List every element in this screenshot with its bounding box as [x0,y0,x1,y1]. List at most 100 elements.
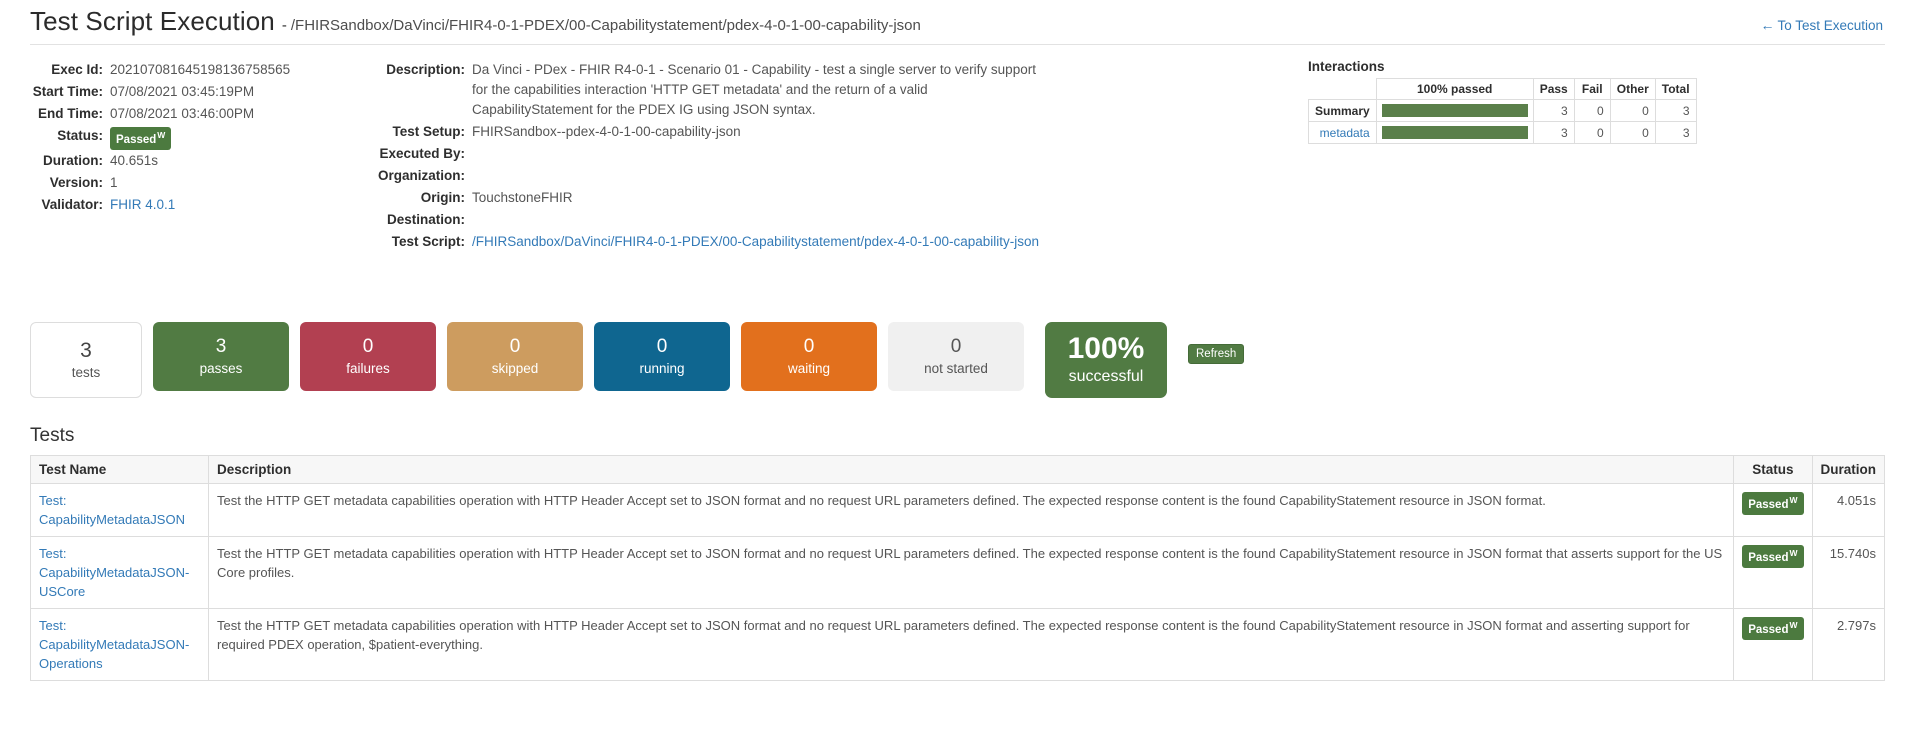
test-name-cell: Test: CapabilityMetadataJSON-Operations [30,608,209,681]
row-duration: Duration: 40.651s [18,150,290,172]
value-version: 1 [110,175,118,191]
stat-failures-label: failures [346,361,390,376]
status-badge-label: Passed [1748,623,1789,636]
header-title-wrap: Test Script Execution -/FHIRSandbox/DaVi… [30,6,1885,37]
stat-not-started-value: 0 [950,336,962,357]
tests-th-status: Status [1733,455,1813,484]
interactions-fail: 0 [1573,121,1611,144]
stat-failures-value: 0 [362,336,374,357]
interactions-row-label-metadata[interactable]: metadata [1308,121,1377,144]
tests-header-row: Test Name Description Status Duration [30,455,1885,484]
row-validator: Validator: FHIR 4.0.1 [18,194,290,216]
interactions-other: 0 [1609,99,1656,122]
stat-waiting[interactable]: 0 waiting [741,322,877,391]
stat-tests-value: 3 [80,338,92,362]
row-status: Status: PassedW [18,125,290,151]
execution-meta-table: Exec Id: 202107081645198136758565 Start … [18,59,290,216]
row-test-setup: Test Setup: FHIRSandbox--pdex-4-0-1-00-c… [378,121,1042,143]
row-description: Description: Da Vinci - PDex - FHIR R4-0… [378,59,1042,121]
status-badge-label: Passed [116,133,157,146]
stat-running-label: running [639,361,685,376]
stat-percent-successful: 100% successful [1045,322,1167,398]
test-duration-cell: 15.740s [1811,536,1885,609]
stat-skipped[interactable]: 0 skipped [447,322,583,391]
test-script-link[interactable]: /FHIRSandbox/DaVinci/FHIR4-0-1-PDEX/00-C… [472,234,1039,249]
label-exec-id: Exec Id: [51,62,103,77]
test-name-prefix[interactable]: Test: [39,544,200,563]
test-script-execution-page: Test Script Execution -/FHIRSandbox/DaVi… [0,0,1913,750]
status-badge: PassedW [1742,617,1804,641]
to-test-execution-link[interactable]: ← To Test Execution [1760,17,1883,33]
interactions-th-5: Total [1654,78,1697,100]
value-test-script-cell: /FHIRSandbox/DaVinci/FHIR4-0-1-PDEX/00-C… [472,231,1042,253]
tests-heading: Tests [30,425,75,446]
stat-failures[interactable]: 0 failures [300,322,436,391]
stat-passes-label: passes [199,361,243,376]
interactions-tbody: Summary 3 0 0 3 metadata 3 0 0 3 [1308,99,1697,144]
value-status: PassedW [110,125,290,151]
interactions-th-1: 100% passed [1375,78,1534,100]
interactions-th-0 [1308,78,1377,100]
tests-tbody: Test: CapabilityMetadataJSON Test the HT… [30,483,1885,681]
tests-th-description: Description [207,455,1735,484]
page-subtitle: -/FHIRSandbox/DaVinci/FHIR4-0-1-PDEX/00-… [282,17,921,34]
status-badge-superscript: W [157,130,166,140]
value-organization [472,165,1042,187]
stat-not-started[interactable]: 0 not started [888,322,1024,391]
value-start-time: 07/08/2021 03:45:19PM [110,84,255,99]
interactions-bar-cell [1375,99,1534,122]
value-validator-cell: FHIR 4.0.1 [110,194,290,216]
stat-percent-label: successful [1068,368,1144,385]
interactions-panel: Interactions 100% passed Pass Fail Other… [1308,59,1697,144]
interactions-total: 3 [1654,99,1697,122]
stat-tests[interactable]: 3 tests [30,322,142,398]
status-badge-label: Passed [1748,551,1789,564]
test-status-cell: PassedW [1733,608,1813,681]
row-executed-by: Executed By: [378,143,1042,165]
value-duration: 40.651s [110,153,159,169]
stat-percent-value: 100% [1067,332,1145,365]
label-end-time: End Time: [37,106,103,121]
stat-not-started-label: not started [924,361,988,376]
row-origin: Origin: TouchstoneFHIR [378,187,1042,209]
table-row: Test: CapabilityMetadataJSON Test the HT… [30,483,1885,537]
label-start-time: Start Time: [32,84,103,99]
test-duration-cell: 4.051s [1811,483,1885,537]
row-version: Version: 1 [18,172,290,194]
stat-passes-value: 3 [215,336,227,357]
pass-bar-fill [1381,126,1528,139]
test-name-prefix[interactable]: Test: [39,616,200,635]
test-name-link[interactable]: CapabilityMetadataJSON-USCore [39,563,200,601]
test-status-cell: PassedW [1733,483,1813,537]
page-header: Test Script Execution -/FHIRSandbox/DaVi… [0,0,1913,46]
row-test-script: Test Script: /FHIRSandbox/DaVinci/FHIR4-… [378,231,1042,253]
script-meta-table: Description: Da Vinci - PDex - FHIR R4-0… [378,59,1042,253]
status-badge-superscript: W [1789,548,1798,558]
validator-link[interactable]: FHIR 4.0.1 [110,197,175,212]
test-name-link[interactable]: CapabilityMetadataJSON [39,510,200,529]
execution-info-section: Exec Id: 202107081645198136758565 Start … [0,54,1913,249]
stat-running[interactable]: 0 running [594,322,730,391]
interactions-title: Interactions [1308,59,1385,74]
test-status-cell: PassedW [1733,536,1813,609]
value-description-cell: Da Vinci - PDex - FHIR R4-0-1 - Scenario… [472,59,1042,121]
test-name-prefix[interactable]: Test: [39,491,200,510]
label-duration: Duration: [43,153,103,169]
test-name-link[interactable]: CapabilityMetadataJSON-Operations [39,635,200,673]
label-status: Status: [57,128,103,143]
pass-bar-fill [1381,104,1528,117]
status-badge: PassedW [110,127,172,151]
interactions-row: Summary 3 0 0 3 [1308,99,1697,122]
page-title: Test Script Execution [30,6,275,36]
row-end-time: End Time: 07/08/2021 03:46:00PM [18,103,290,125]
title-dash: - [281,17,287,34]
test-name-cell: Test: CapabilityMetadataJSON [30,483,209,537]
test-description-cell: Test the HTTP GET metadata capabilities … [207,536,1735,609]
label-destination: Destination: [386,212,465,227]
value-end-time: 07/08/2021 03:46:00PM [110,106,255,121]
stat-tests-label: tests [71,364,101,380]
stat-passes[interactable]: 3 passes [153,322,289,391]
refresh-button[interactable]: Refresh [1188,344,1245,364]
label-version: Version: [49,175,103,191]
tests-table: Test Name Description Status Duration Te… [30,455,1885,681]
